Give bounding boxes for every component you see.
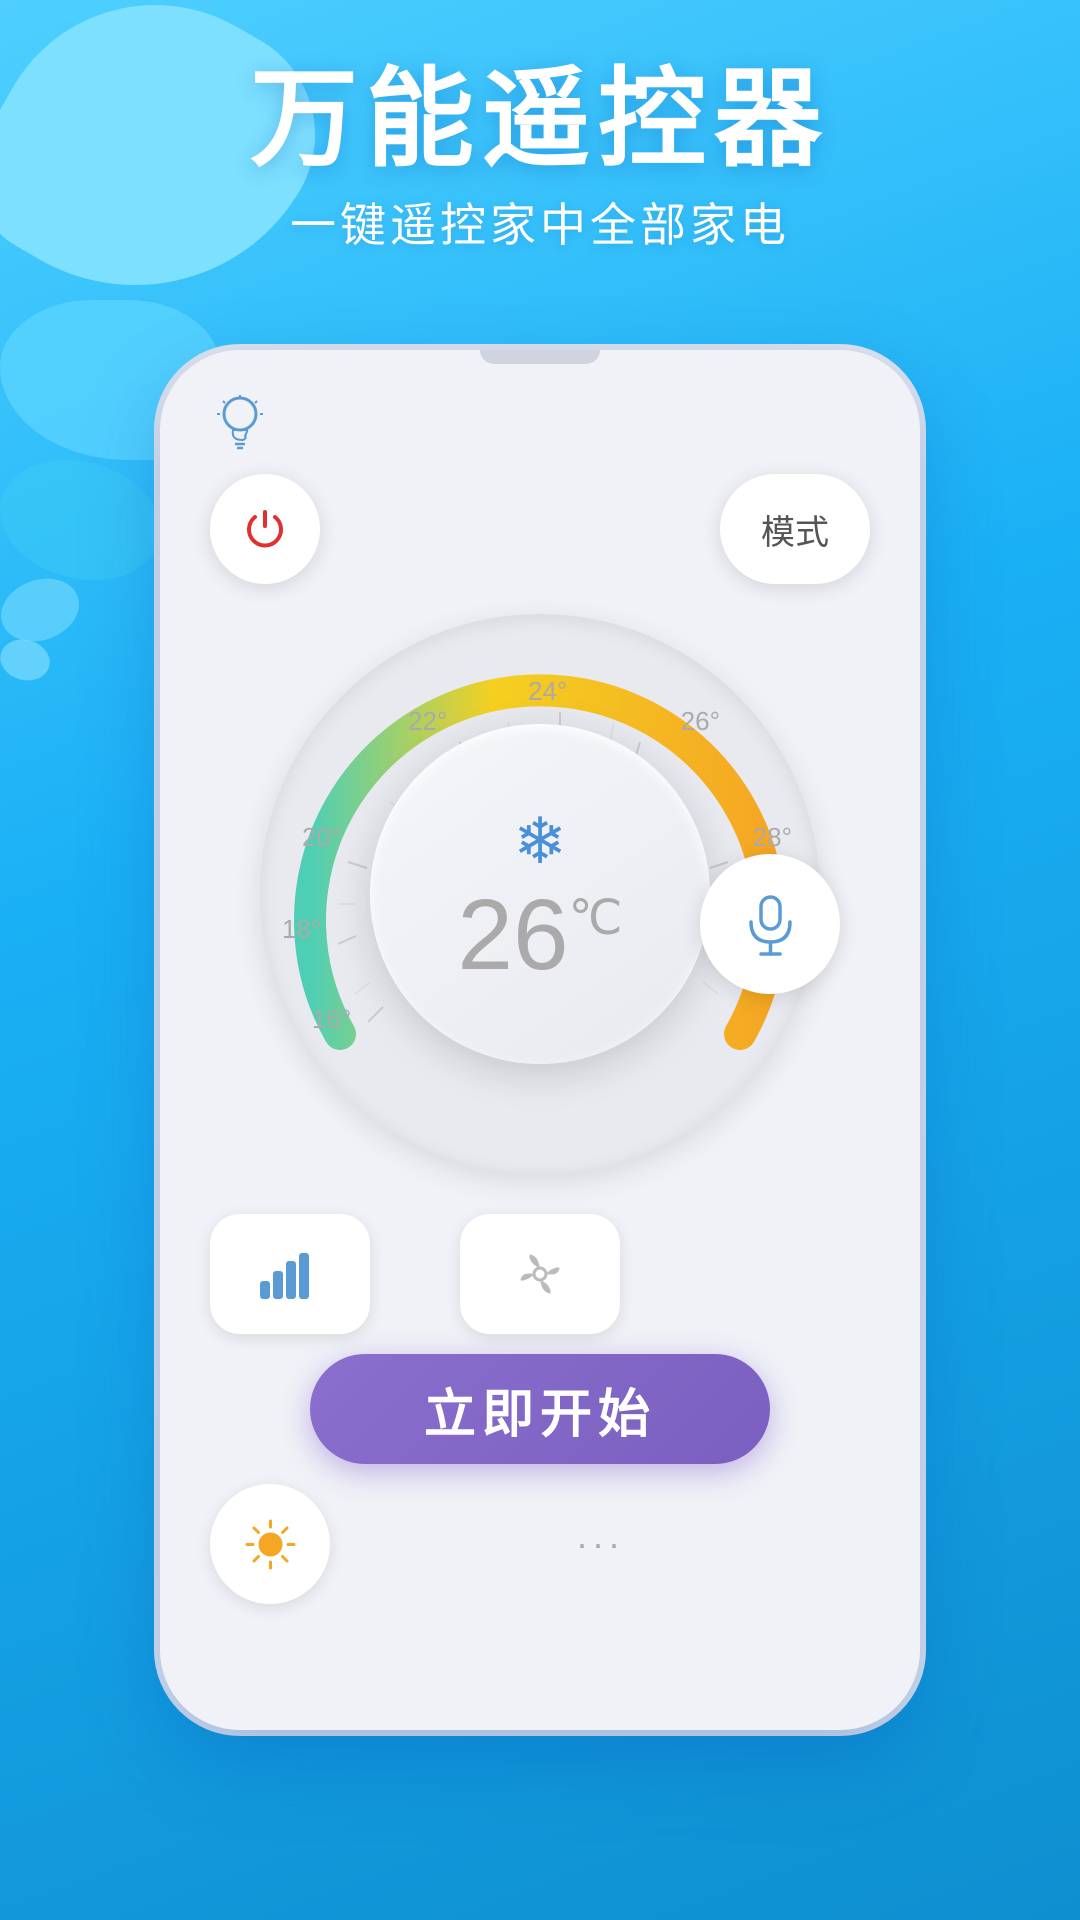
mode-button[interactable]: 模式 (720, 474, 870, 584)
top-controls: 模式 (210, 474, 870, 584)
bg-blob-4 (0, 568, 88, 652)
phone-notch (480, 350, 600, 364)
mic-button[interactable] (700, 854, 840, 994)
bg-blob-5 (0, 634, 54, 686)
tick-18: 18° (282, 914, 321, 945)
center-temp-circle: ❄ 26 ℃ (370, 724, 710, 1064)
wind-speed-button[interactable] (210, 1214, 370, 1334)
temp-unit: ℃ (569, 895, 623, 943)
fan-button[interactable] (460, 1214, 620, 1334)
header: 万能遥控器 一键遥控家中全部家电 (0, 60, 1080, 255)
start-label: 立即开始 (424, 1372, 656, 1447)
tick-24: 24° (528, 676, 567, 707)
bg-blob-3 (0, 460, 160, 580)
snowflake-icon: ❄ (513, 804, 567, 879)
bulb-icon[interactable] (210, 394, 270, 454)
last-row: ··· (210, 1484, 870, 1604)
app-subtitle: 一键遥控家中全部家电 (0, 189, 1080, 255)
phone-mockup: 模式 (160, 350, 920, 1730)
bottom-controls-row1 (210, 1214, 870, 1334)
temperature-value: 26 (457, 885, 568, 985)
tick-16: 16° (312, 1004, 351, 1035)
more-dots[interactable]: ··· (576, 1523, 624, 1565)
start-button[interactable]: 立即开始 (310, 1354, 770, 1464)
dots-container: ··· (330, 1523, 870, 1565)
tick-28: 28° (753, 822, 792, 853)
tick-22: 22° (408, 706, 447, 737)
remote-ui: 模式 (160, 364, 920, 1730)
tick-20: 20° (302, 822, 341, 853)
sun-button[interactable] (210, 1484, 330, 1604)
mode-label: 模式 (761, 505, 829, 554)
app-title: 万能遥控器 (0, 60, 1080, 179)
power-button[interactable] (210, 474, 320, 584)
tick-26: 26° (681, 706, 720, 737)
